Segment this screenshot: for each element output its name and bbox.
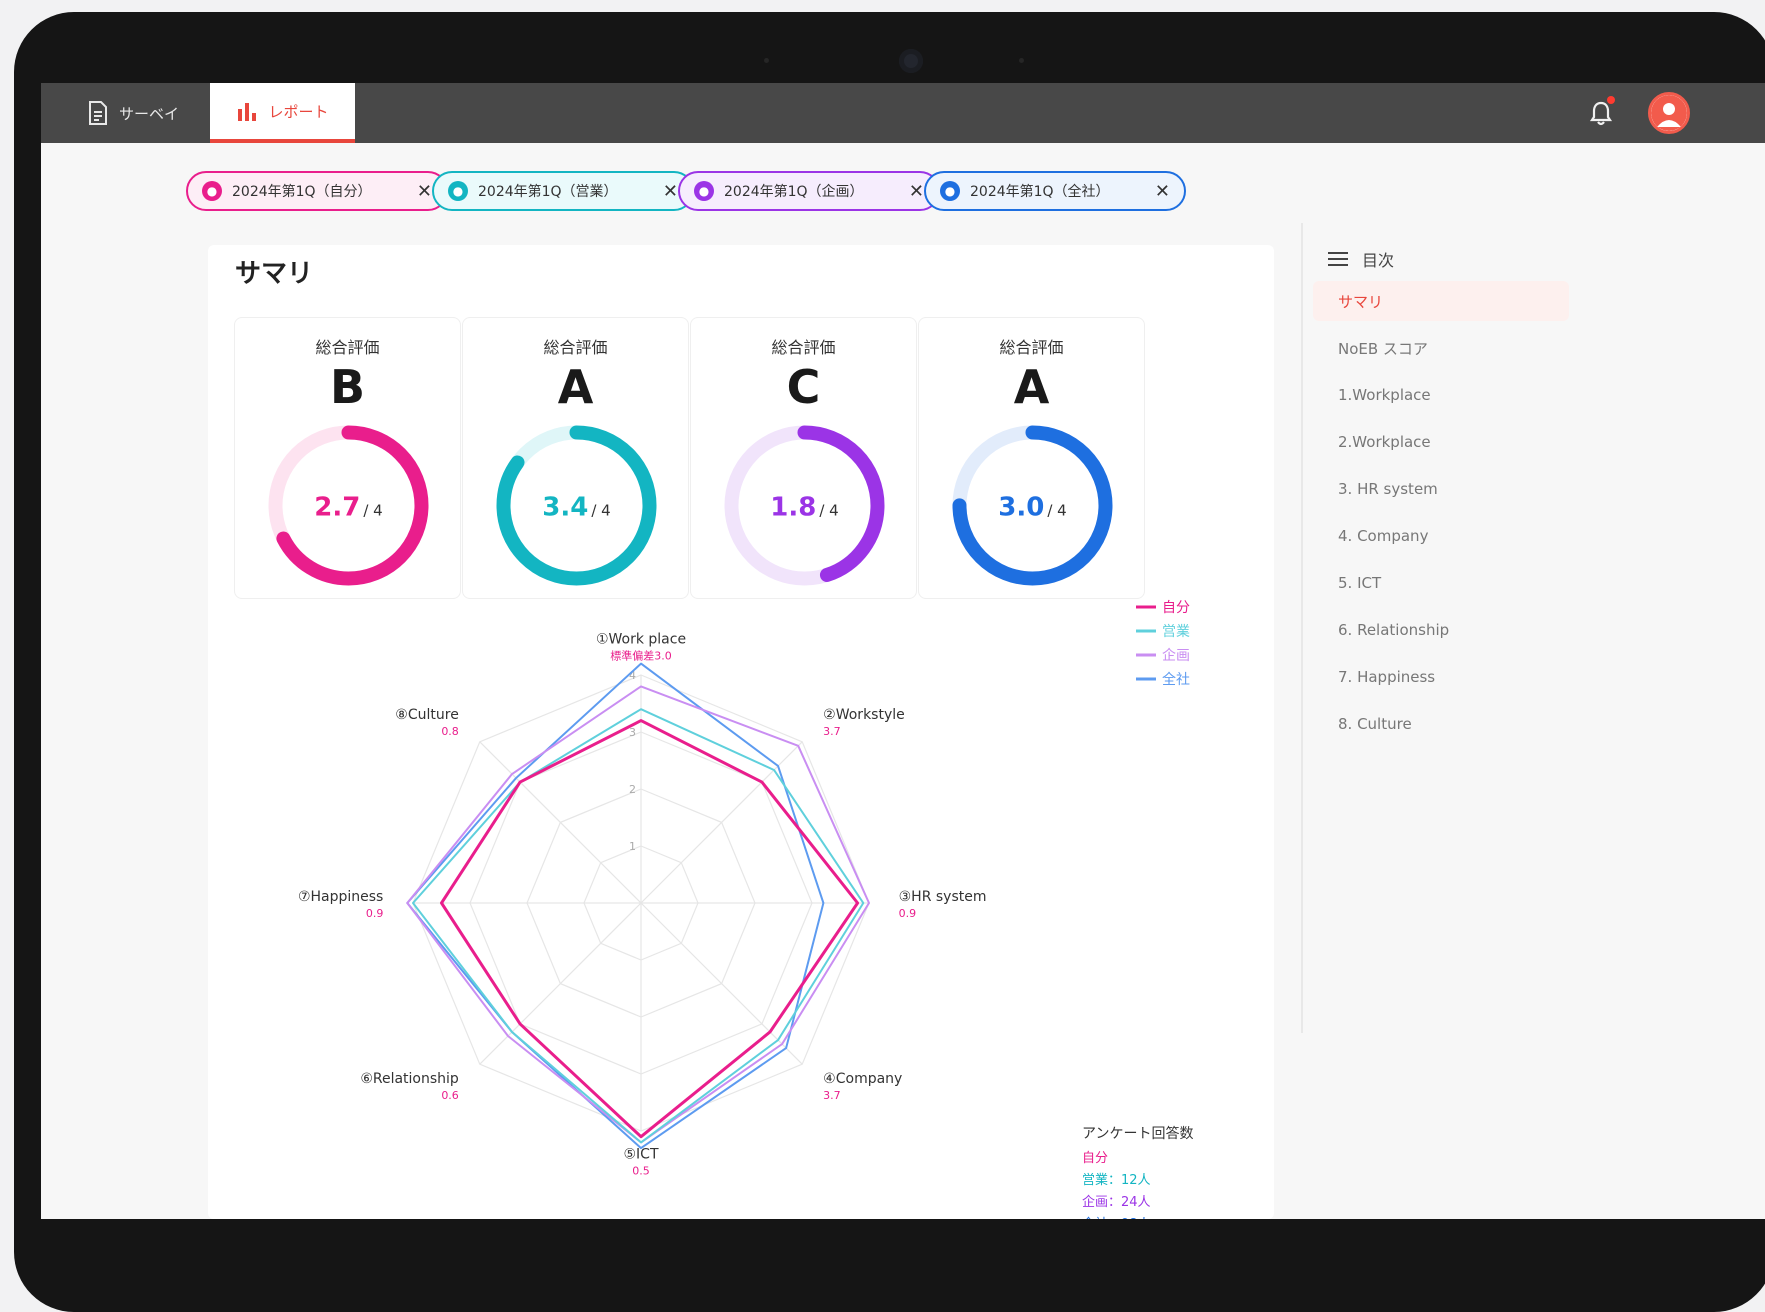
sensor xyxy=(764,58,769,63)
tab-report-label: レポート xyxy=(268,102,329,121)
radar-axis-sublabel: 0.8 xyxy=(441,725,459,738)
legend-label: 自分 xyxy=(1162,600,1190,616)
radar-axis-sublabel: 0.9 xyxy=(366,907,384,920)
response-count-row: 営業：12人 xyxy=(1082,1172,1151,1188)
toc-title: 目次 xyxy=(1362,251,1395,270)
remove-filter-icon[interactable]: ✕ xyxy=(417,181,432,202)
toc-item[interactable]: 4. Company xyxy=(1313,516,1569,556)
app-screen: サーベイ レポート ● 2024年第1Q（自分） ✕ ● 2024年第1Q（営業） ✕ ● 2… xyxy=(41,83,1765,1219)
toc-item[interactable]: 3. HR system xyxy=(1313,469,1569,509)
toc-item[interactable]: NoEB スコア xyxy=(1313,328,1569,368)
radar-series-営業 xyxy=(412,708,865,1144)
summary-panel: サマリ 総合評価 B 2.7/ 4 総合評価 A 3.4/ 4 総合評価 C 1.8/ 4 総合評… xyxy=(208,245,1274,1219)
toc-item[interactable]: サマリ xyxy=(1313,281,1569,321)
radar-axis-sublabel: 3.7 xyxy=(823,725,841,738)
radar-chart: 1234①Work place標準偏差3.0②Workstyle3.7③HR s… xyxy=(298,600,1193,1219)
toc-item[interactable]: 8. Culture xyxy=(1313,704,1569,744)
radar-axis-sublabel: 0.9 xyxy=(899,907,917,920)
response-count-row: 企画：24人 xyxy=(1082,1194,1151,1210)
radar-axis-label: ⑤ICT xyxy=(623,1147,658,1163)
filter-chip-label: 2024年第1Q（営業） xyxy=(478,184,618,200)
radar-tick-label: 2 xyxy=(629,783,636,796)
filter-chip-label: 2024年第1Q（自分） xyxy=(232,184,372,200)
tab-survey-label: サーベイ xyxy=(119,104,180,123)
radar-axis-label: ①Work place xyxy=(596,631,686,647)
legend-label: 営業 xyxy=(1162,624,1190,640)
avatar-figure xyxy=(1651,95,1687,131)
toc-item[interactable]: 1.Workplace xyxy=(1313,375,1569,415)
radar-series-全社 xyxy=(406,662,825,1150)
bar-chart-icon xyxy=(238,103,257,121)
team-icon: ● xyxy=(448,181,468,201)
team-icon: ● xyxy=(694,181,714,201)
filter-chip[interactable]: ● 2024年第1Q（企画） ✕ xyxy=(678,171,940,211)
remove-filter-icon[interactable]: ✕ xyxy=(1155,181,1170,202)
filter-chip-label: 2024年第1Q（全社） xyxy=(970,184,1110,200)
notification-badge xyxy=(1607,96,1615,104)
radar-axis-label: ④Company xyxy=(823,1071,902,1087)
response-count-row: 自分 xyxy=(1082,1151,1108,1166)
remove-filter-icon[interactable]: ✕ xyxy=(663,181,678,202)
document-icon xyxy=(89,101,107,125)
radar-axis-label: ⑧Culture xyxy=(395,707,459,723)
legend-label: 全社 xyxy=(1162,671,1190,688)
list-icon xyxy=(1328,252,1348,266)
radar-tick-label: 1 xyxy=(629,840,636,853)
user-icon: ● xyxy=(202,181,222,201)
toc-header: 目次 xyxy=(1328,247,1394,271)
response-count-title: アンケート回答数 xyxy=(1082,1125,1193,1142)
filter-chip[interactable]: ● 2024年第1Q（営業） ✕ xyxy=(432,171,694,211)
radar-axis-sublabel: 3.7 xyxy=(823,1089,841,1102)
radar-axis-label: ②Workstyle xyxy=(823,707,905,723)
radar-tick-label: 3 xyxy=(629,726,636,739)
filter-chip-label: 2024年第1Q（企画） xyxy=(724,184,864,200)
sensor xyxy=(1019,58,1024,63)
legend-label: 企画 xyxy=(1162,647,1190,664)
filter-chip[interactable]: ● 2024年第1Q（自分） ✕ xyxy=(186,171,448,211)
user-avatar-icon[interactable] xyxy=(1648,92,1690,134)
response-count-row: 全社：98人 xyxy=(1082,1216,1151,1219)
tab-survey[interactable]: サーベイ xyxy=(87,83,179,143)
top-navigation-bar: サーベイ レポート xyxy=(41,83,1765,143)
filter-chip[interactable]: ● 2024年第1Q（全社） ✕ xyxy=(924,171,1186,211)
toc-item[interactable]: 7. Happiness xyxy=(1313,657,1569,697)
radar-axis-label: ⑥Relationship xyxy=(360,1071,459,1087)
radar-axis-sublabel: 0.6 xyxy=(441,1089,459,1102)
toc-item[interactable]: 2.Workplace xyxy=(1313,422,1569,462)
toc-item[interactable]: 6. Relationship xyxy=(1313,610,1569,650)
radar-series-企画 xyxy=(406,685,870,1144)
company-icon: ● xyxy=(940,181,960,201)
remove-filter-icon[interactable]: ✕ xyxy=(909,181,924,202)
radar-axis-label: ③HR system xyxy=(899,889,987,905)
radar-axis-label: ⑦Happiness xyxy=(298,889,383,905)
radar-axis-sublabel: 0.5 xyxy=(632,1165,650,1178)
tab-report[interactable]: レポート xyxy=(210,83,355,143)
camera xyxy=(899,49,923,73)
radar-axis-sublabel: 標準偏差3.0 xyxy=(610,648,672,662)
table-of-contents: 目次 サマリ NoEB スコア 1.Workplace 2.Workplace 3. H… xyxy=(1301,223,1569,1033)
toc-item[interactable]: 5. ICT xyxy=(1313,563,1569,603)
